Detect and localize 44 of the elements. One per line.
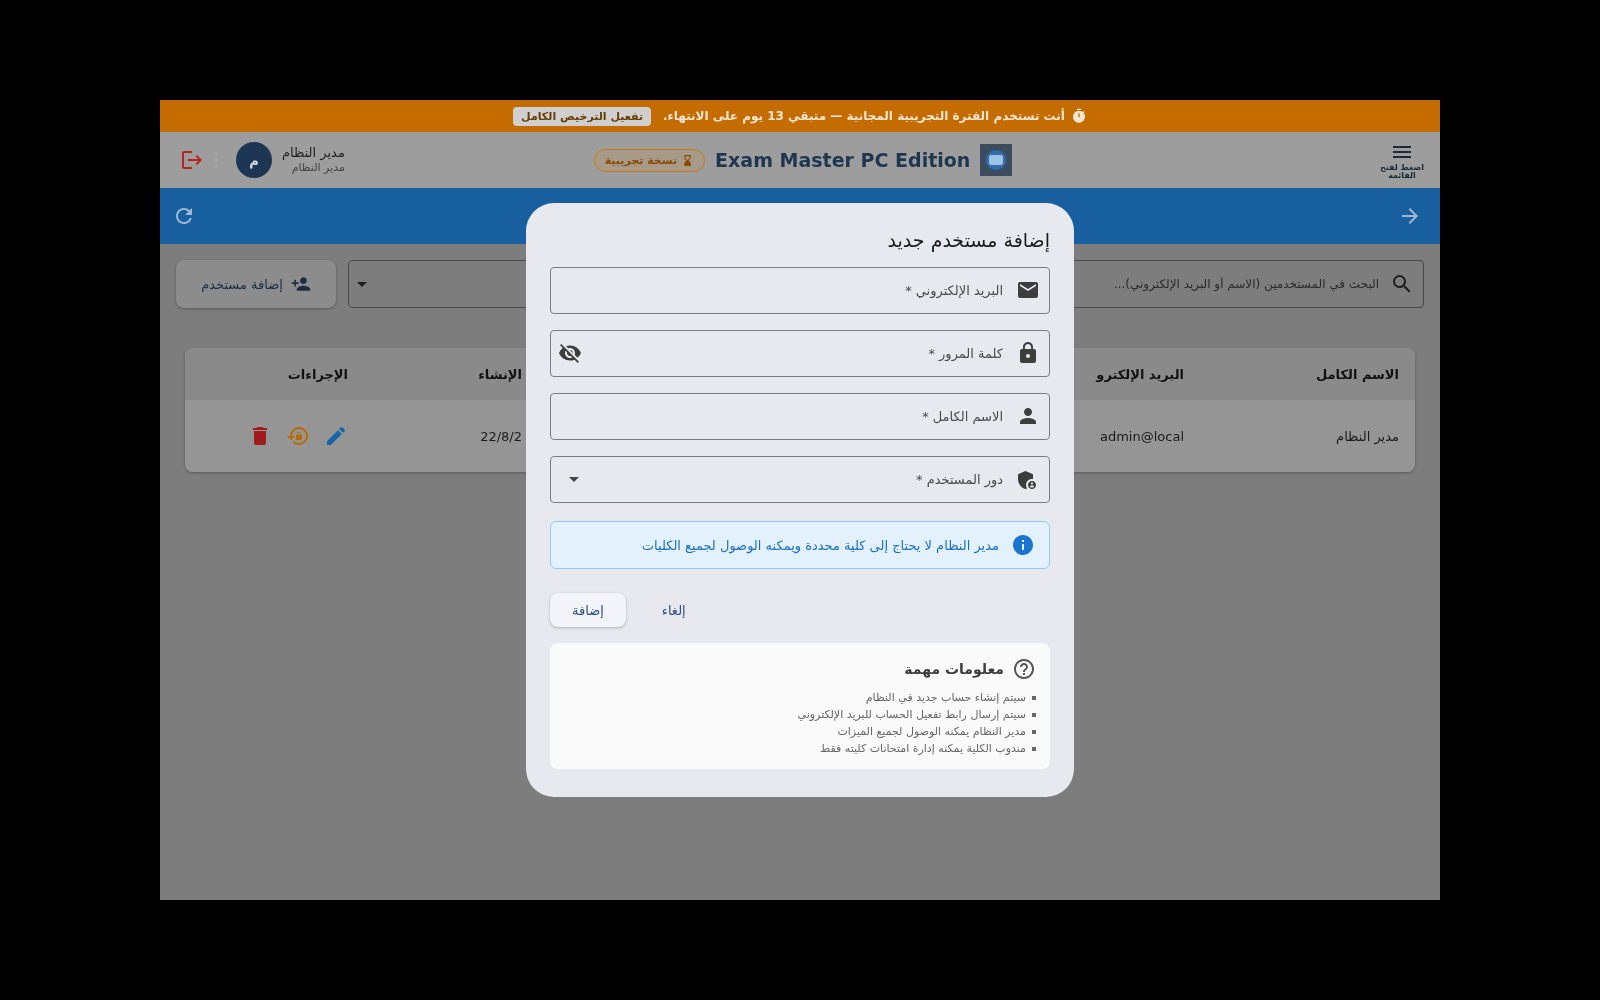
info-item: مندوب الكلية يمكنه إدارة امتحانات كليته فقط bbox=[820, 742, 1026, 755]
info-item: سيتم إنشاء حساب جديد في النظام bbox=[865, 691, 1026, 704]
trial-badge: نسخة تجريبية bbox=[593, 148, 706, 172]
trial-message: أنت تستخدم الفترة التجريبية المجانية — متبقي 13 يوم على الانتهاء. bbox=[663, 109, 1065, 123]
eye-off-icon[interactable] bbox=[558, 341, 582, 365]
add-button[interactable]: إضافة bbox=[550, 593, 626, 627]
table-cell-text: 22/8/2 bbox=[479, 428, 523, 444]
column-header: الاسم الكامل bbox=[1314, 366, 1400, 382]
table-cell-text: مدير النظام bbox=[1335, 428, 1400, 444]
person-add-icon bbox=[290, 274, 311, 294]
caret-icon bbox=[357, 281, 367, 287]
column-header: الإنشاء bbox=[477, 366, 523, 382]
dialog-title: إضافة مستخدم جديد bbox=[886, 228, 1050, 253]
bullet-icon bbox=[1032, 712, 1036, 717]
logout-button[interactable] bbox=[180, 148, 204, 172]
alert-text: مدير النظام لا يحتاج إلى كلية محددة ويمكنه الوصول لجميع الكليات bbox=[641, 537, 999, 553]
role-select[interactable]: دور المستخدم * bbox=[550, 456, 1050, 503]
info-item: سيتم إرسال رابط تفعيل الحساب للبريد الإلكتروني bbox=[797, 708, 1026, 721]
app-title: Exam Master PC Edition bbox=[715, 149, 971, 171]
password-field[interactable]: كلمة المرور * bbox=[550, 330, 1050, 377]
email-field[interactable]: البريد الإلكتروني * bbox=[550, 267, 1050, 314]
user-role: مدير النظام bbox=[290, 161, 345, 175]
menu-button[interactable]: اضغط لفتح القائمة bbox=[1378, 139, 1426, 181]
table-cell-text: admin@local bbox=[1098, 428, 1185, 444]
info-title: معلومات مهمة bbox=[904, 661, 1004, 677]
activate-license-button[interactable]: تفعيل الترخيص الكامل bbox=[513, 106, 652, 126]
column-header: الإجراءات bbox=[286, 366, 349, 382]
bullet-icon bbox=[1032, 695, 1036, 700]
info-item: مدير النظام يمكنه الوصول لجميع الميزات bbox=[837, 725, 1026, 738]
cancel-button[interactable]: إلغاء bbox=[639, 593, 708, 627]
user-name: مدير النظام bbox=[282, 145, 345, 162]
info-icon bbox=[1011, 533, 1035, 557]
reset-password-button[interactable] bbox=[286, 424, 310, 448]
caret-icon bbox=[569, 477, 579, 482]
add-user-button[interactable]: إضافة مستخدم bbox=[176, 260, 336, 308]
bullet-icon bbox=[1032, 729, 1036, 734]
column-header: البريد الإلكترو bbox=[1094, 366, 1185, 382]
name-field[interactable]: الاسم الكامل * bbox=[550, 393, 1050, 440]
timer-icon bbox=[1070, 108, 1087, 124]
edit-button[interactable] bbox=[324, 424, 348, 448]
help-icon bbox=[1012, 657, 1036, 681]
user-avatar[interactable]: م bbox=[236, 142, 272, 178]
bullet-icon bbox=[1032, 746, 1036, 751]
app-logo-icon bbox=[980, 144, 1013, 176]
